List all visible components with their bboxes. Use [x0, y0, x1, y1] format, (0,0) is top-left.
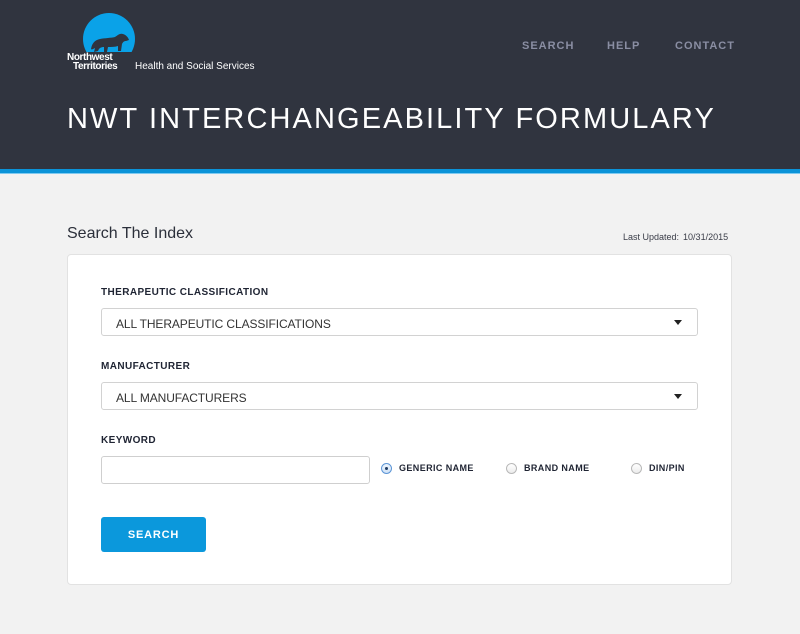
- logo-text-territories: Territories: [73, 61, 118, 72]
- radio-unchecked-icon[interactable]: [506, 463, 517, 474]
- keyword-input[interactable]: [101, 456, 370, 484]
- nwt-logo[interactable]: Northwest Territories Health and Social …: [64, 13, 274, 75]
- nav-search[interactable]: SEARCH: [522, 40, 574, 52]
- manufacturer-value: ALL MANUFACTURERS: [116, 391, 247, 405]
- page-title: NWT INTERCHANGEABILITY FORMULARY: [67, 103, 716, 135]
- radio-generic-name-label: GENERIC NAME: [399, 463, 474, 473]
- therapeutic-classification-label: THERAPEUTIC CLASSIFICATION: [101, 287, 269, 298]
- radio-checked-icon[interactable]: [381, 463, 392, 474]
- last-updated-value: 10/31/2015: [683, 232, 729, 242]
- search-button[interactable]: SEARCH: [101, 517, 206, 552]
- radio-unchecked-icon[interactable]: [631, 463, 642, 474]
- site-header: Northwest Territories Health and Social …: [0, 0, 800, 169]
- caret-down-icon: [674, 394, 682, 399]
- therapeutic-classification-select[interactable]: ALL THERAPEUTIC CLASSIFICATIONS: [101, 308, 698, 336]
- nav-contact[interactable]: CONTACT: [675, 40, 735, 52]
- manufacturer-select[interactable]: ALL MANUFACTURERS: [101, 382, 698, 410]
- section-title: Search The Index: [67, 225, 194, 242]
- therapeutic-classification-value: ALL THERAPEUTIC CLASSIFICATIONS: [116, 317, 331, 331]
- keyword-label: KEYWORD: [101, 435, 157, 446]
- radio-brand-name-label: BRAND NAME: [524, 463, 590, 473]
- manufacturer-label: MANUFACTURER: [101, 361, 191, 372]
- logo-department: Health and Social Services: [135, 61, 255, 72]
- header-accent-stripe: [0, 169, 800, 174]
- last-updated-label: Last Updated:: [623, 232, 680, 242]
- caret-down-icon: [674, 320, 682, 325]
- nav-help[interactable]: HELP: [607, 40, 640, 52]
- search-form-card: THERAPEUTIC CLASSIFICATION ALL THERAPEUT…: [67, 254, 732, 585]
- radio-din-pin-label: DIN/PIN: [649, 463, 685, 473]
- last-updated: Last Updated: 10/31/2015: [623, 232, 728, 242]
